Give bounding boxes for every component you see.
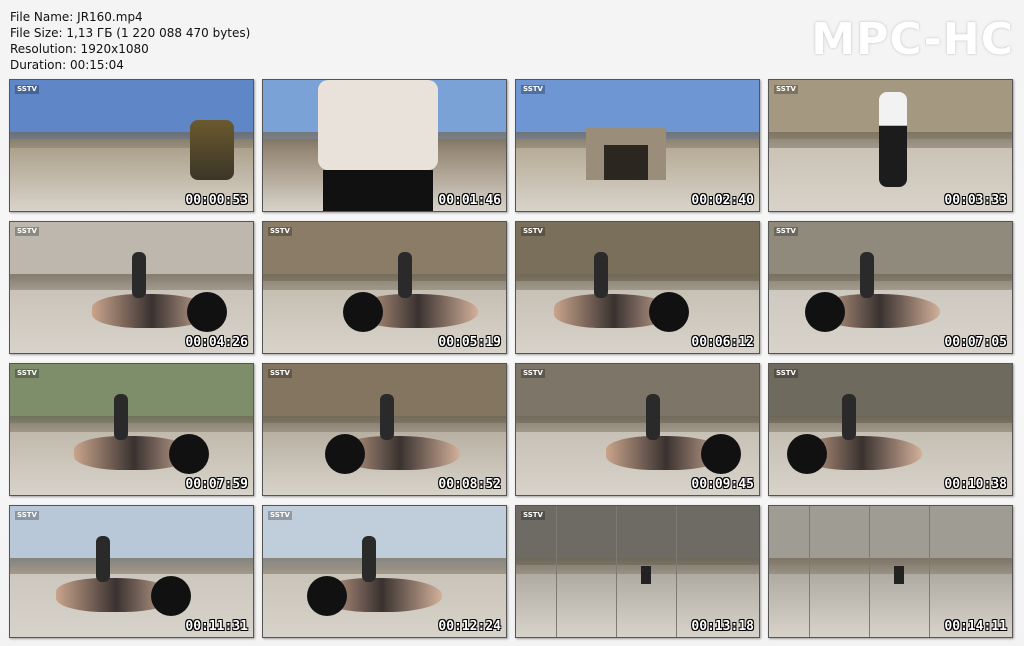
channel-watermark: SSTV [15, 511, 39, 520]
timestamp-label: 00:01:46 [438, 193, 501, 208]
legs [398, 252, 412, 298]
hair [307, 576, 347, 616]
hair [187, 292, 227, 332]
hair [649, 292, 689, 332]
hair [151, 576, 191, 616]
concrete-seam [676, 506, 677, 637]
channel-watermark: SSTV [774, 369, 798, 378]
thumbnail: SSTV 00:07:59 [9, 363, 254, 496]
thumbnail: 00:14:11 [768, 505, 1013, 638]
timestamp-label: 00:05:19 [438, 335, 501, 350]
duration-line: Duration: 00:15:04 [10, 58, 124, 72]
thumbnail: SSTV 00:10:38 [768, 363, 1013, 496]
channel-watermark: SSTV [521, 369, 545, 378]
thumbnail: 00:01:46 [262, 79, 507, 212]
channel-watermark: SSTV [521, 511, 545, 520]
resolution-line: Resolution: 1920x1080 [10, 42, 149, 56]
hair [169, 434, 209, 474]
thumbnail-ridge [10, 558, 253, 575]
thumbnail-ridge [516, 416, 759, 433]
timestamp-label: 00:07:59 [185, 477, 248, 492]
thumbnail-ridge [769, 416, 1012, 433]
thumbnail-ridge [10, 416, 253, 433]
hair [701, 434, 741, 474]
file-name-line: File Name: JR160.mp4 [10, 10, 143, 24]
hair [805, 292, 845, 332]
legs [114, 394, 128, 440]
timestamp-label: 00:10:38 [944, 477, 1007, 492]
channel-watermark: SSTV [15, 85, 39, 94]
timestamp-label: 00:03:33 [944, 193, 1007, 208]
concrete-seam [556, 506, 557, 637]
hair [343, 292, 383, 332]
thumbnail-ridge [516, 558, 759, 575]
file-info: File Name: JR160.mp4 File Size: 1,13 ГБ … [10, 9, 250, 73]
thumbnail-ridge [263, 558, 506, 575]
timestamp-label: 00:08:52 [438, 477, 501, 492]
doorway [604, 145, 648, 180]
file-size-line: File Size: 1,13 ГБ (1 220 088 470 bytes) [10, 26, 251, 40]
mpc-hc-logo: MPC-HC [811, 14, 1014, 65]
timestamp-label: 00:12:24 [438, 619, 501, 634]
thumbnail: SSTV 00:13:18 [515, 505, 760, 638]
standing-figure [879, 92, 907, 187]
thumbnail: SSTV 00:04:26 [9, 221, 254, 354]
hair [325, 434, 365, 474]
thumbnail: SSTV 00:02:40 [515, 79, 760, 212]
timestamp-label: 00:13:18 [691, 619, 754, 634]
concrete-seam [869, 506, 870, 637]
object-on-ground [641, 566, 651, 584]
thumbnail-grid: SSTV 00:00:53 00:01:46 SSTV 00:02:40 SSTV 00:0… [9, 79, 1013, 638]
channel-watermark: SSTV [15, 369, 39, 378]
timestamp-label: 00:11:31 [185, 619, 248, 634]
channel-watermark: SSTV [774, 227, 798, 236]
channel-watermark: SSTV [268, 369, 292, 378]
pants [323, 170, 433, 211]
thumbnail: SSTV 00:12:24 [262, 505, 507, 638]
timestamp-label: 00:02:40 [691, 193, 754, 208]
thumbnail-ridge [769, 558, 1012, 575]
robot-figure [190, 120, 234, 180]
thumbnail: SSTV 00:05:19 [262, 221, 507, 354]
thumbnail: SSTV 00:03:33 [768, 79, 1013, 212]
thumbnail-ridge [263, 274, 506, 291]
legs [860, 252, 874, 298]
concrete-seam [929, 506, 930, 637]
legs [132, 252, 146, 298]
channel-watermark: SSTV [268, 227, 292, 236]
channel-watermark: SSTV [268, 511, 292, 520]
timestamp-label: 00:04:26 [185, 335, 248, 350]
thumbnail: SSTV 00:00:53 [9, 79, 254, 212]
channel-watermark: SSTV [774, 85, 798, 94]
channel-watermark: SSTV [521, 85, 545, 94]
legs [594, 252, 608, 298]
legs [96, 536, 110, 582]
legs [380, 394, 394, 440]
thumbnail: SSTV 00:06:12 [515, 221, 760, 354]
timestamp-label: 00:06:12 [691, 335, 754, 350]
timestamp-label: 00:07:05 [944, 335, 1007, 350]
timestamp-label: 00:09:45 [691, 477, 754, 492]
object-on-ground [894, 566, 904, 584]
thumbnail: SSTV 00:08:52 [262, 363, 507, 496]
channel-watermark: SSTV [15, 227, 39, 236]
thumbnail: SSTV 00:11:31 [9, 505, 254, 638]
concrete-seam [809, 506, 810, 637]
legs [646, 394, 660, 440]
legs [362, 536, 376, 582]
channel-watermark: SSTV [521, 227, 545, 236]
legs [842, 394, 856, 440]
hair [787, 434, 827, 474]
thumbnail: SSTV 00:09:45 [515, 363, 760, 496]
concrete-seam [616, 506, 617, 637]
timestamp-label: 00:00:53 [185, 193, 248, 208]
thumbnail-ridge [769, 274, 1012, 291]
timestamp-label: 00:14:11 [944, 619, 1007, 634]
shirt [318, 80, 438, 170]
thumbnail-ridge [516, 274, 759, 291]
thumbnail: SSTV 00:07:05 [768, 221, 1013, 354]
